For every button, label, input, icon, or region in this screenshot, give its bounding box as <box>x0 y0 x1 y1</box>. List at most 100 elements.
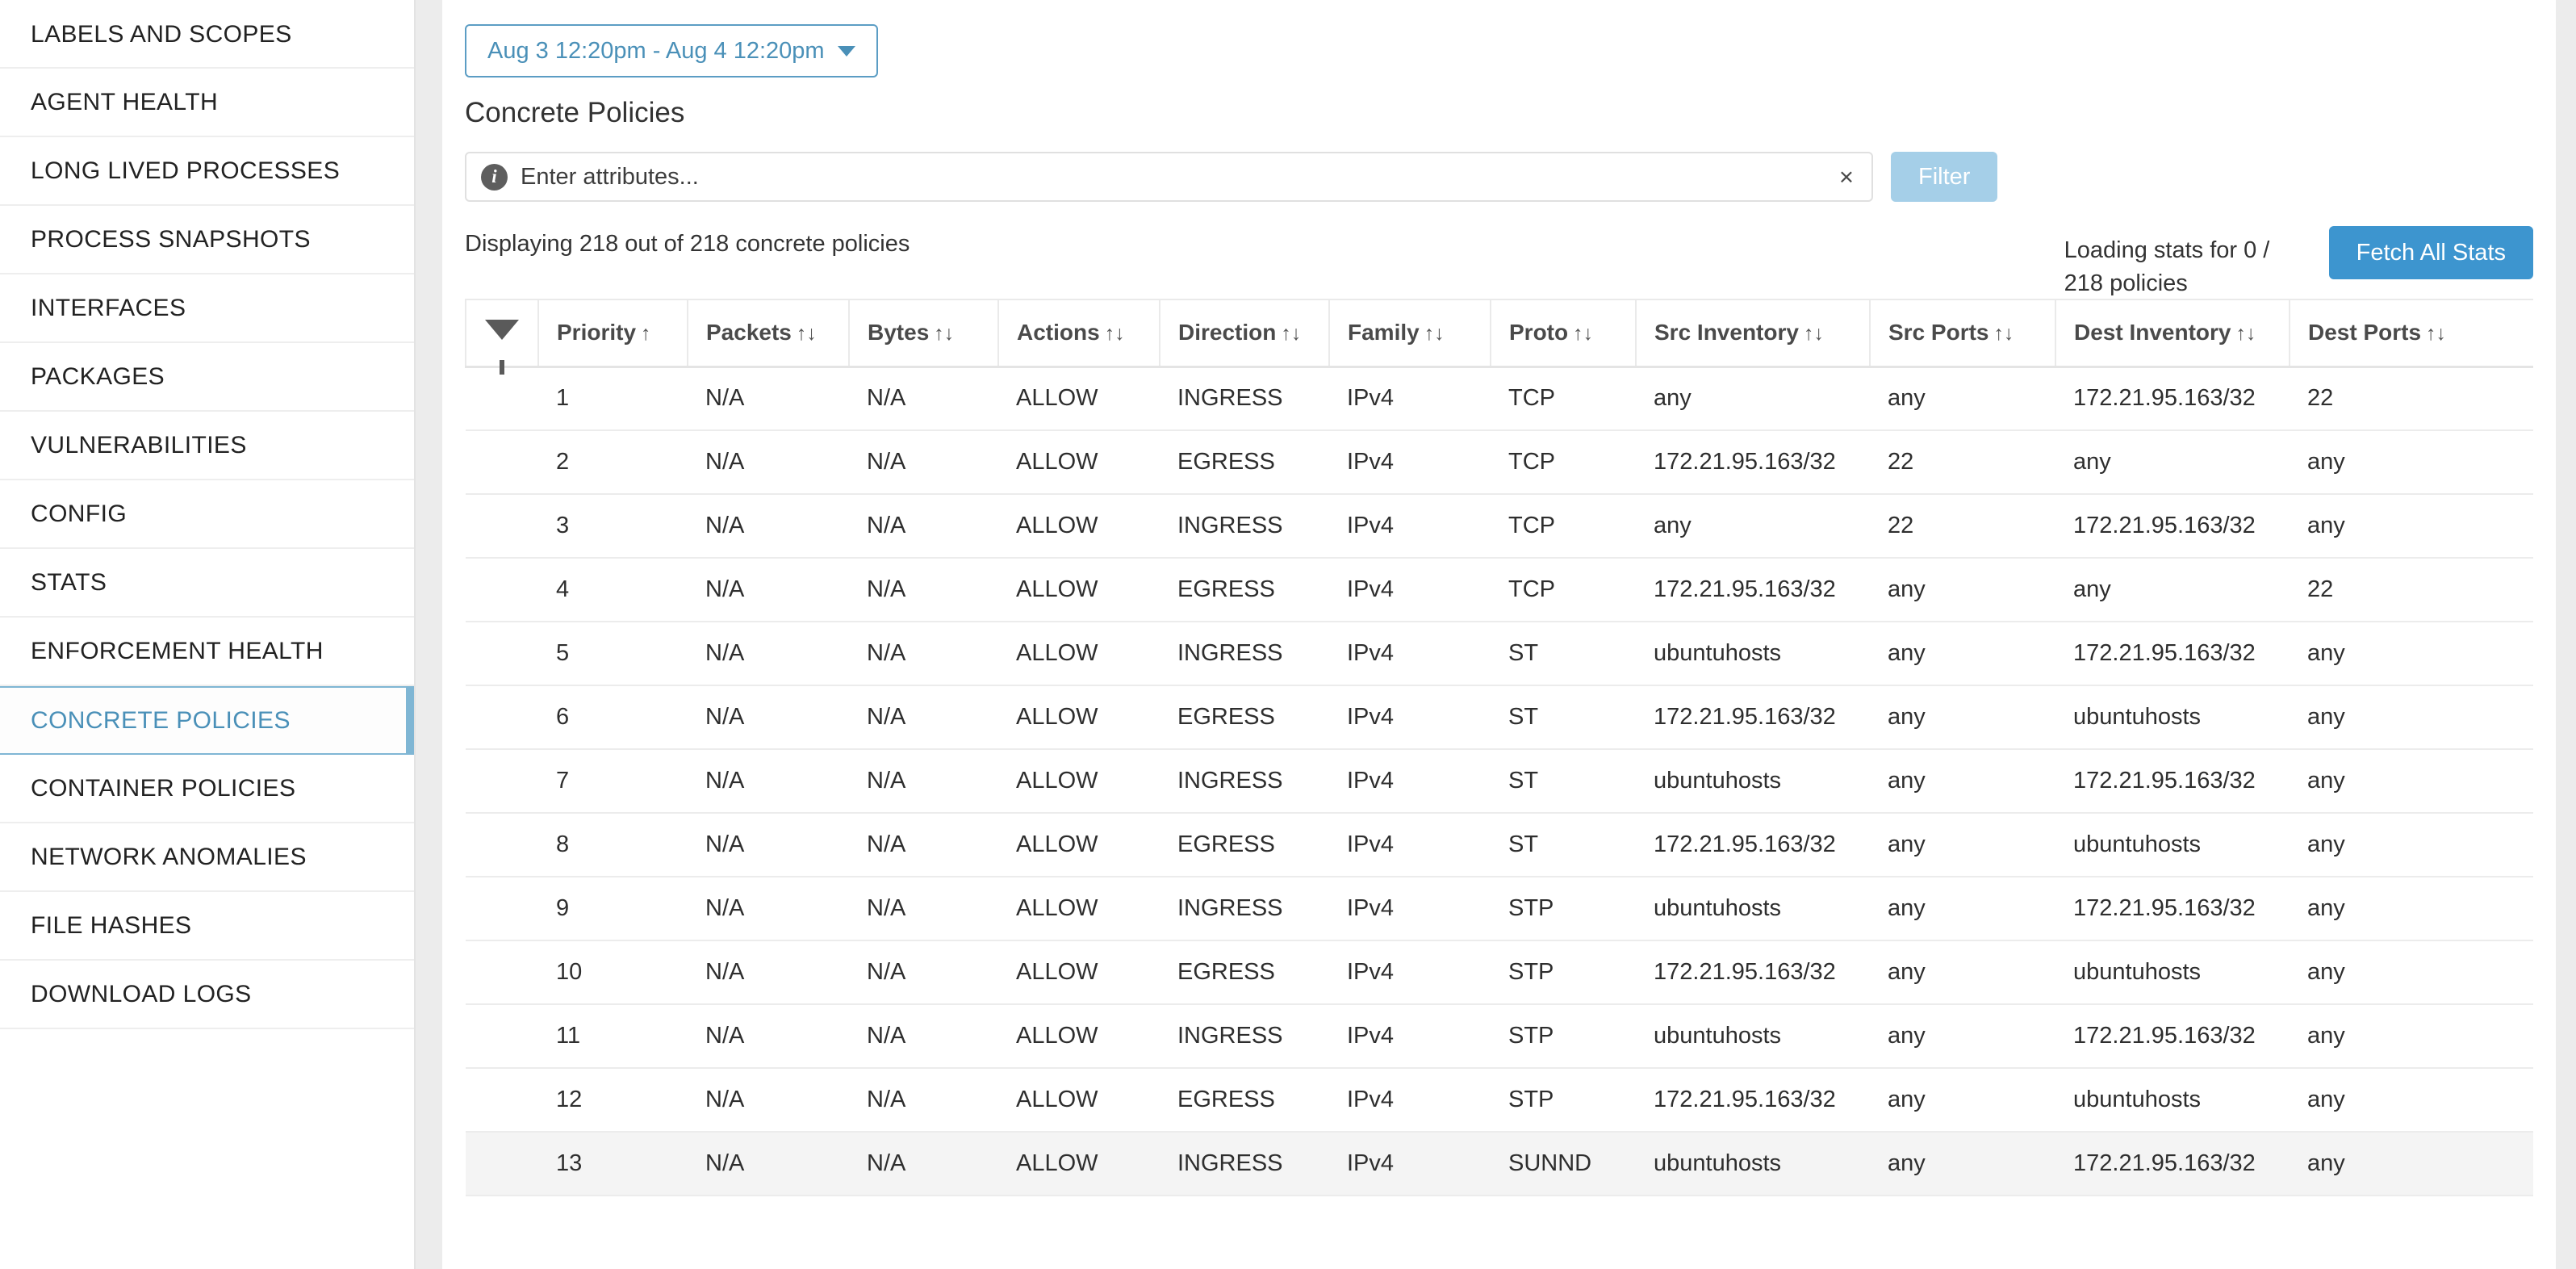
cell-dest-ports: any <box>2290 940 2533 1005</box>
cell-actions: ALLOW <box>998 622 1160 686</box>
column-header-bytes[interactable]: Bytes ↑↓ <box>848 299 999 368</box>
cell-family: IPv4 <box>1329 1132 1491 1196</box>
cell-dest-inventory: 172.21.95.163/32 <box>2055 877 2290 941</box>
cell-src-inventory: 172.21.95.163/32 <box>1636 430 1870 495</box>
cell-bytes: N/A <box>849 366 998 431</box>
column-header-family[interactable]: Family ↑↓ <box>1328 299 1491 368</box>
cell-actions: ALLOW <box>998 558 1160 622</box>
column-header-dest-inventory[interactable]: Dest Inventory ↑↓ <box>2055 299 2290 368</box>
cell-family: IPv4 <box>1329 749 1491 814</box>
main-panel: Aug 3 12:20pm - Aug 4 12:20pm Concrete P… <box>442 0 2556 1269</box>
sidebar-item-container-policies[interactable]: CONTAINER POLICIES <box>0 755 414 823</box>
sidebar-item-enforcement-health[interactable]: ENFORCEMENT HEALTH <box>0 618 414 686</box>
sidebar-item-label: AGENT HEALTH <box>31 88 219 115</box>
cell-direction: EGRESS <box>1160 430 1329 495</box>
table-row[interactable]: 3 N/A N/A ALLOW INGRESS IPv4 TCP any 22 172.21.95… <box>466 494 2533 559</box>
table-row[interactable]: 12 N/A N/A ALLOW EGRESS IPv4 STP 172.21.95.163/… <box>466 1068 2533 1133</box>
column-header-label: Direction <box>1178 320 1277 346</box>
table-row[interactable]: 10 N/A N/A ALLOW EGRESS IPv4 STP 172.21.95.163/… <box>466 940 2533 1005</box>
sidebar-item-stats[interactable]: STATS <box>0 549 414 618</box>
column-header-packets[interactable]: Packets ↑↓ <box>687 299 850 368</box>
sidebar-item-label: DOWNLOAD LOGS <box>31 980 252 1007</box>
cell-priority: 3 <box>538 494 688 559</box>
cell-dest-inventory: 172.21.95.163/32 <box>2055 366 2290 431</box>
table-row[interactable]: 1 N/A N/A ALLOW INGRESS IPv4 TCP any any 172.21.9… <box>466 366 2533 431</box>
sidebar-item-labels-and-scopes[interactable]: LABELS AND SCOPES <box>0 0 414 69</box>
column-header-label: Actions <box>1017 320 1100 346</box>
column-header-src-inventory[interactable]: Src Inventory ↑↓ <box>1635 299 1871 368</box>
sidebar-item-process-snapshots[interactable]: PROCESS SNAPSHOTS <box>0 206 414 274</box>
cell-priority: 2 <box>538 430 688 495</box>
cell-bytes: N/A <box>849 430 998 495</box>
table-header-row: Priority ↑ Packets ↑↓ Bytes ↑↓ Actions ↑↓ Direct… <box>465 299 2533 375</box>
row-filter-cell <box>466 1068 538 1133</box>
cell-direction: INGRESS <box>1160 749 1329 814</box>
clear-icon[interactable]: × <box>1839 165 1854 190</box>
cell-priority: 4 <box>538 558 688 622</box>
column-header-dest-ports[interactable]: Dest Ports ↑↓ <box>2289 299 2533 368</box>
cell-proto: TCP <box>1491 430 1636 495</box>
column-header-proto[interactable]: Proto ↑↓ <box>1490 299 1637 368</box>
column-header-src-ports[interactable]: Src Ports ↑↓ <box>1869 299 2056 368</box>
table-scroll-container[interactable]: Priority ↑ Packets ↑↓ Bytes ↑↓ Actions ↑↓ Direct… <box>465 299 2533 1196</box>
sidebar-item-label: LABELS AND SCOPES <box>31 20 292 48</box>
main-panel-wrapper: Aug 3 12:20pm - Aug 4 12:20pm Concrete P… <box>416 0 2576 1269</box>
table-row[interactable]: 5 N/A N/A ALLOW INGRESS IPv4 ST ubuntuhosts any 1… <box>466 622 2533 686</box>
sidebar-item-long-lived-processes[interactable]: LONG LIVED PROCESSES <box>0 137 414 206</box>
sidebar-item-agent-health[interactable]: AGENT HEALTH <box>0 69 414 137</box>
sidebar-item-packages[interactable]: PACKAGES <box>0 343 414 412</box>
table-row[interactable]: 9 N/A N/A ALLOW INGRESS IPv4 STP ubuntuhosts any… <box>466 877 2533 941</box>
cell-dest-ports: any <box>2290 813 2533 877</box>
table-row[interactable]: 11 N/A N/A ALLOW INGRESS IPv4 STP ubuntuhosts an… <box>466 1004 2533 1069</box>
cell-src-inventory: 172.21.95.163/32 <box>1636 940 1870 1005</box>
cell-direction: INGRESS <box>1160 1132 1329 1196</box>
cell-direction: INGRESS <box>1160 1004 1329 1069</box>
displaying-count-text: Displaying 218 out of 218 concrete polic… <box>465 231 910 257</box>
cell-bytes: N/A <box>849 685 998 750</box>
column-header-actions[interactable]: Actions ↑↓ <box>997 299 1160 368</box>
cell-family: IPv4 <box>1329 685 1491 750</box>
column-header-label: Packets <box>706 320 792 346</box>
column-header-priority[interactable]: Priority ↑ <box>537 299 688 368</box>
cell-src-inventory: ubuntuhosts <box>1636 749 1870 814</box>
funnel-icon <box>485 320 519 375</box>
cell-bytes: N/A <box>849 494 998 559</box>
fetch-all-stats-button[interactable]: Fetch All Stats <box>2328 226 2533 279</box>
sidebar-item-config[interactable]: CONFIG <box>0 480 414 549</box>
table-body: 1 N/A N/A ALLOW INGRESS IPv4 TCP any any 172.21.9… <box>466 366 2533 1196</box>
sidebar-item-vulnerabilities[interactable]: VULNERABILITIES <box>0 412 414 480</box>
cell-src-inventory: ubuntuhosts <box>1636 1132 1870 1196</box>
column-header-label: Dest Inventory <box>2074 320 2231 346</box>
sidebar-item-label: CONCRETE POLICIES <box>31 706 291 734</box>
table-row[interactable]: 8 N/A N/A ALLOW EGRESS IPv4 ST 172.21.95.163/32… <box>466 813 2533 877</box>
cell-packets: N/A <box>688 366 849 431</box>
cell-bytes: N/A <box>849 813 998 877</box>
cell-priority: 1 <box>538 366 688 431</box>
table-row[interactable]: 2 N/A N/A ALLOW EGRESS IPv4 TCP 172.21.95.163/3… <box>466 430 2533 495</box>
cell-src-ports: any <box>1870 622 2055 686</box>
column-filter-toggle[interactable] <box>465 299 539 375</box>
sidebar-item-network-anomalies[interactable]: NETWORK ANOMALIES <box>0 823 414 892</box>
date-range-picker[interactable]: Aug 3 12:20pm - Aug 4 12:20pm <box>465 24 878 77</box>
filter-button[interactable]: Filter <box>1891 152 1998 202</box>
cell-dest-ports: any <box>2290 1132 2533 1196</box>
cell-src-ports: any <box>1870 1004 2055 1069</box>
cell-src-inventory: 172.21.95.163/32 <box>1636 813 1870 877</box>
sidebar-item-label: FILE HASHES <box>31 911 192 939</box>
table-row[interactable]: 13 N/A N/A ALLOW INGRESS IPv4 SUNND ubuntuhosts… <box>466 1132 2533 1196</box>
sidebar-item-interfaces[interactable]: INTERFACES <box>0 274 414 343</box>
attributes-input[interactable]: i Enter attributes... × <box>465 152 1873 202</box>
sidebar-item-file-hashes[interactable]: FILE HASHES <box>0 892 414 961</box>
table-row[interactable]: 7 N/A N/A ALLOW INGRESS IPv4 ST ubuntuhosts any 1… <box>466 749 2533 814</box>
column-header-direction[interactable]: Direction ↑↓ <box>1159 299 1330 368</box>
cell-direction: INGRESS <box>1160 622 1329 686</box>
sidebar-item-concrete-policies[interactable]: CONCRETE POLICIES <box>0 686 414 755</box>
cell-actions: ALLOW <box>998 940 1160 1005</box>
cell-direction: EGRESS <box>1160 558 1329 622</box>
sidebar-item-download-logs[interactable]: DOWNLOAD LOGS <box>0 961 414 1029</box>
table-row[interactable]: 4 N/A N/A ALLOW EGRESS IPv4 TCP 172.21.95.163/3… <box>466 558 2533 622</box>
column-header-label: Src Ports <box>1888 320 1989 346</box>
status-row: Displaying 218 out of 218 concrete polic… <box>465 226 2533 299</box>
row-filter-cell <box>466 877 538 941</box>
table-row[interactable]: 6 N/A N/A ALLOW EGRESS IPv4 ST 172.21.95.163/32… <box>466 685 2533 750</box>
